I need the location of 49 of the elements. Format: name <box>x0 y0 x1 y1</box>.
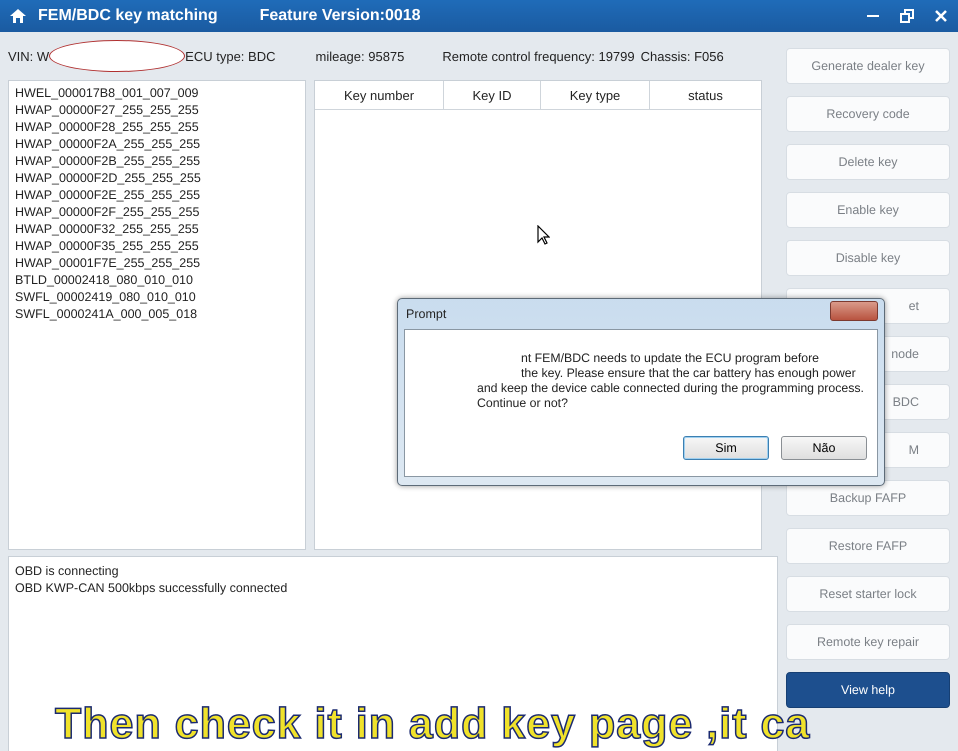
column-header: Key number <box>315 81 444 109</box>
column-header: Key type <box>541 81 650 109</box>
dialog-message-line: Continue or not? <box>477 396 569 411</box>
dialog-message-line: and keep the device cable connected during the programming process. <box>477 381 865 396</box>
action-button[interactable]: Reset starter lock <box>786 576 950 612</box>
module-item: HWAP_00000F27_255_255_255 <box>15 102 200 119</box>
dialog-button[interactable]: Não <box>781 436 867 460</box>
module-item: HWAP_00001F7E_255_255_255 <box>15 255 202 272</box>
module-item: HWAP_00000F32_255_255_255 <box>15 221 200 238</box>
dialog-button[interactable]: Sim <box>683 436 769 460</box>
action-button[interactable]: View help <box>786 672 950 708</box>
action-button[interactable]: Disable key <box>786 240 950 276</box>
log-line: OBD is connecting <box>15 563 120 580</box>
column-header: status <box>687 86 724 104</box>
chassis: Chassis: F056 <box>640 48 724 64</box>
home-icon[interactable] <box>10 9 26 23</box>
module-item: HWAP_00000F28_255_255_255 <box>15 119 200 136</box>
action-button[interactable]: Generate dealer key <box>786 48 950 84</box>
module-item: HWAP_00000F2A_255_255_255 <box>15 136 202 153</box>
mileage: mileage: 95875 <box>315 48 404 64</box>
close-icon[interactable] <box>934 9 948 23</box>
dialog-message-line: nt FEM/BDC needs to update the ECU program before <box>520 351 820 366</box>
action-button[interactable]: Remote key repair <box>786 624 950 660</box>
log-line: OBD KWP-CAN 500kbps successfully connected <box>15 580 288 597</box>
cursor-icon <box>537 225 550 245</box>
feature-version: Feature Version:0018 <box>260 7 421 25</box>
dialog-title: Prompt <box>406 307 446 321</box>
module-item: HWAP_00000F2B_255_255_255 <box>15 153 202 170</box>
module-item: HWAP_00000F2E_255_255_255 <box>15 187 202 204</box>
module-item: SWFL_0000241A_000_005_018 <box>15 306 198 323</box>
module-item: SWFL_00002419_080_010_010 <box>15 289 197 306</box>
action-button[interactable]: Restore FAFP <box>786 528 950 564</box>
module-item: HWEL_000017B8_001_007_009 <box>15 85 200 102</box>
vin-label: VIN: W <box>8 48 50 64</box>
action-button[interactable]: Backup FAFP <box>786 480 950 516</box>
frequency: Remote control frequency: 19799 <box>442 48 635 64</box>
module-item: HWAP_00000F35_255_255_255 <box>15 238 200 255</box>
action-button[interactable]: Recovery code <box>786 96 950 132</box>
action-button[interactable]: Delete key <box>786 144 950 180</box>
ecu-type: ECU type: BDC <box>185 48 276 64</box>
dialog-close-button[interactable] <box>830 301 878 321</box>
module-item: HWAP_00000F2F_255_255_255 <box>15 204 200 221</box>
action-button[interactable]: Enable key <box>786 192 950 228</box>
restore-icon[interactable] <box>900 9 914 23</box>
module-item: HWAP_00000F2D_255_255_255 <box>15 170 202 187</box>
column-header: Key ID <box>444 81 541 109</box>
window-title: FEM/BDC key matching <box>38 7 218 25</box>
dialog-message-line: the key. Please ensure that the car battery has enough power <box>520 366 857 381</box>
module-item: BTLD_00002418_080_010_010 <box>15 272 194 289</box>
